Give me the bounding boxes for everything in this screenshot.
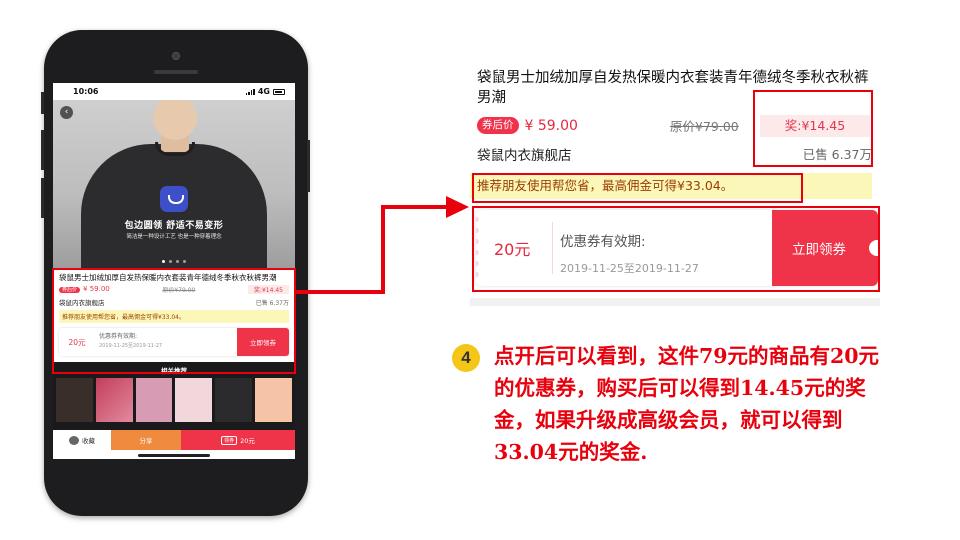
network-type: 4G xyxy=(257,87,270,96)
zoomed-product-panel: 袋鼠男士加绒加厚自发热保暖内衣套装青年德绒冬季秋衣秋裤男潮 券后价 ¥ 59.0… xyxy=(470,60,880,310)
price-tag: 券后价 xyxy=(477,117,519,134)
share-button[interactable]: 分享 xyxy=(111,430,181,450)
original-price: 原价¥79.00 xyxy=(670,119,739,134)
highlight-box-coupon xyxy=(472,206,880,292)
related-thumb[interactable] xyxy=(95,378,133,422)
hero-slogan: 包边圆领 舒适不易变形 xyxy=(124,221,224,231)
related-thumb[interactable] xyxy=(215,378,253,422)
buy-price: 20元 xyxy=(240,437,255,445)
back-icon[interactable]: ‹ xyxy=(60,106,73,119)
volume-up-button xyxy=(41,130,44,170)
signal-icon xyxy=(245,88,255,95)
volume-down-button xyxy=(41,178,44,218)
carousel-dots xyxy=(53,260,295,263)
brand-logo xyxy=(160,186,188,212)
store-name[interactable]: 袋鼠内衣旗舰店 xyxy=(477,144,572,164)
price: ¥ 59.00 xyxy=(524,117,578,134)
favorite-label: 收藏 xyxy=(82,437,95,445)
home-indicator xyxy=(138,454,210,457)
step-number-badge: 4 xyxy=(452,344,480,372)
related-thumb[interactable] xyxy=(175,378,213,422)
speaker-grille xyxy=(154,70,198,74)
silent-switch xyxy=(41,92,44,114)
product-image: ‹ 包边圆领 舒适不易变形 简洁是一种设计工艺 也是一种穿着理念 xyxy=(53,100,295,270)
highlight-box-phone xyxy=(52,268,296,374)
hero-subslogan: 简洁是一种设计工艺 也是一种穿着理念 xyxy=(126,234,222,240)
related-thumb[interactable] xyxy=(135,378,173,422)
highlight-box-recommend xyxy=(472,173,803,203)
highlight-box-bonus xyxy=(753,90,873,167)
power-button xyxy=(307,140,310,192)
status-time: 10:06 xyxy=(73,87,99,96)
claim-coupon-buy-button[interactable]: 领券 20元 xyxy=(181,430,295,450)
buy-pill: 领券 xyxy=(221,435,238,445)
battery-icon xyxy=(273,88,285,95)
camera-icon xyxy=(172,52,180,60)
bottom-action-bar: 收藏 分享 领券 20元 xyxy=(53,430,295,450)
related-thumb[interactable] xyxy=(56,378,93,422)
status-bar: 10:06 4G xyxy=(53,83,295,100)
status-indicators: 4G xyxy=(245,87,285,96)
related-thumb[interactable] xyxy=(255,378,292,422)
favorite-icon xyxy=(69,435,79,445)
explanation-text: 点开后可以看到，这件79元的商品有20元的优惠券，购买后可以得到14.45元的奖… xyxy=(494,344,880,464)
favorite-button[interactable]: 收藏 xyxy=(53,430,111,450)
